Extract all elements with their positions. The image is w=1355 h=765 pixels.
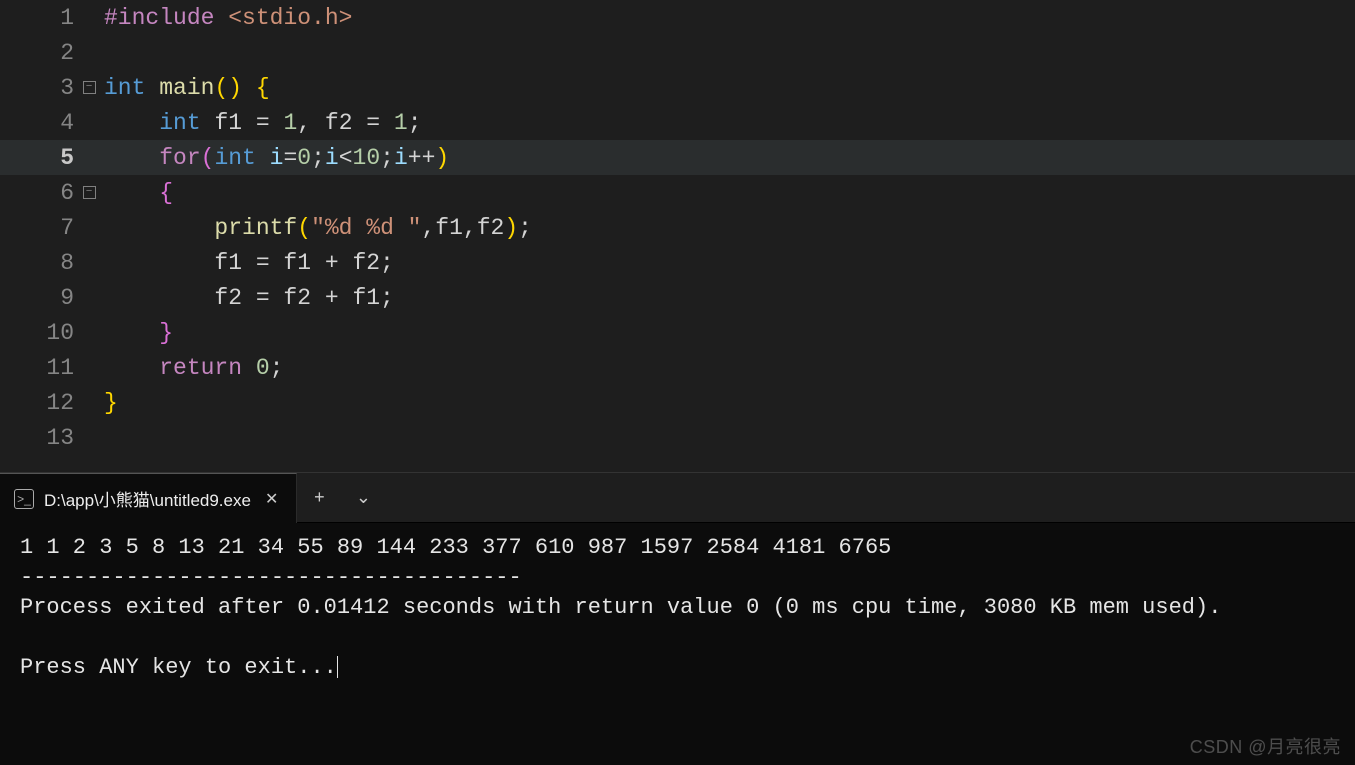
code-line[interactable]: 6 − {	[0, 175, 1355, 210]
watermark: CSDN @月亮很亮	[1190, 733, 1341, 759]
terminal-tab[interactable]: >_ D:\app\小熊猫\untitled9.exe ✕	[0, 473, 297, 523]
line-number: 6	[0, 180, 80, 206]
code-line[interactable]: 10 }	[0, 315, 1355, 350]
cursor	[337, 656, 338, 678]
output-line: 1 1 2 3 5 8 13 21 34 55 89 144 233 377 6…	[20, 535, 891, 560]
line-number: 7	[0, 215, 80, 241]
code-line-current[interactable]: 5 for(int i=0;i<10;i++)	[0, 140, 1355, 175]
line-number: 8	[0, 250, 80, 276]
terminal-output[interactable]: 1 1 2 3 5 8 13 21 34 55 89 144 233 377 6…	[0, 523, 1355, 693]
new-tab-button[interactable]: +	[297, 473, 341, 522]
fold-toggle[interactable]: −	[80, 81, 98, 94]
code-line[interactable]: 4 int f1 = 1, f2 = 1;	[0, 105, 1355, 140]
code-editor[interactable]: 1 #include <stdio.h> 2 3 − int main() { …	[0, 0, 1355, 472]
minus-icon: −	[83, 81, 96, 94]
terminal-icon: >_	[14, 489, 34, 509]
line-number: 13	[0, 425, 80, 451]
code-line[interactable]: 9 f2 = f2 + f1;	[0, 280, 1355, 315]
line-number: 5	[0, 145, 80, 171]
exit-prompt: Press ANY key to exit...	[20, 655, 337, 680]
code-line[interactable]: 3 − int main() {	[0, 70, 1355, 105]
line-number: 2	[0, 40, 80, 66]
output-line: Process exited after 0.01412 seconds wit…	[20, 595, 1221, 620]
line-number: 3	[0, 75, 80, 101]
line-number: 11	[0, 355, 80, 381]
code-line[interactable]: 7 printf("%d %d ",f1,f2);	[0, 210, 1355, 245]
minus-icon: −	[83, 186, 96, 199]
code-line[interactable]: 13	[0, 420, 1355, 455]
code-line[interactable]: 12 }	[0, 385, 1355, 420]
line-number: 1	[0, 5, 80, 31]
close-icon[interactable]: ✕	[261, 489, 282, 509]
line-number: 12	[0, 390, 80, 416]
line-number: 10	[0, 320, 80, 346]
fold-toggle[interactable]: −	[80, 186, 98, 199]
line-number: 9	[0, 285, 80, 311]
output-separator: --------------------------------------	[20, 565, 522, 590]
code-line[interactable]: 11 return 0;	[0, 350, 1355, 385]
code-line[interactable]: 8 f1 = f1 + f2;	[0, 245, 1355, 280]
terminal-panel: >_ D:\app\小熊猫\untitled9.exe ✕ + ⌄ 1 1 2 …	[0, 472, 1355, 765]
tab-dropdown[interactable]: ⌄	[341, 473, 385, 522]
code-line[interactable]: 1 #include <stdio.h>	[0, 0, 1355, 35]
terminal-tab-title: D:\app\小熊猫\untitled9.exe	[44, 486, 251, 511]
terminal-tab-bar: >_ D:\app\小熊猫\untitled9.exe ✕ + ⌄	[0, 473, 1355, 523]
code-line[interactable]: 2	[0, 35, 1355, 70]
line-number: 4	[0, 110, 80, 136]
